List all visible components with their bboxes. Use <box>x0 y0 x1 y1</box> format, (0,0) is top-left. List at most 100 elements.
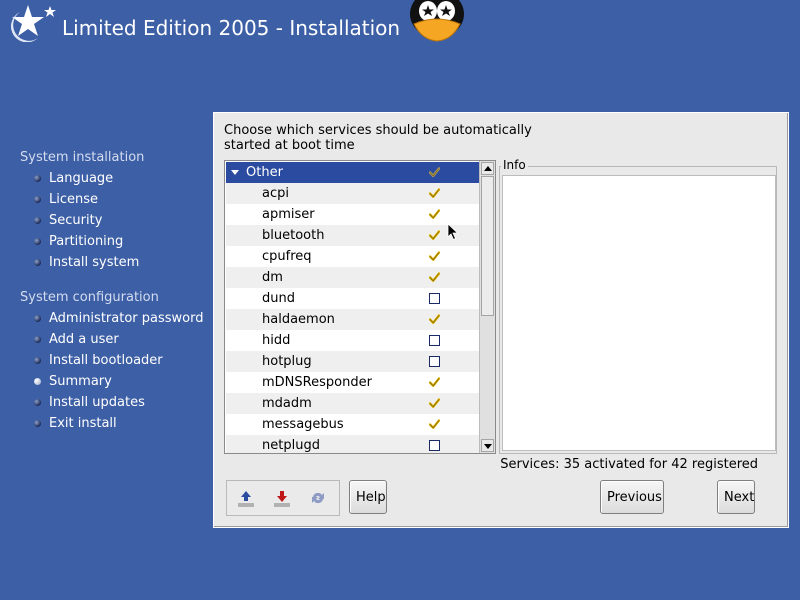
service-name: apmiser <box>262 207 315 222</box>
group-label: Other <box>246 165 283 180</box>
info-text-area[interactable] <box>502 175 776 451</box>
instruction-text: Choose which services should be automati… <box>224 123 532 153</box>
arrow-up-icon <box>484 166 492 171</box>
checked-icon[interactable] <box>429 314 440 325</box>
section-system-configuration: System configuration <box>20 290 159 305</box>
step-label: Install system <box>49 255 140 270</box>
step-label: Administrator password <box>49 311 204 326</box>
service-name: hidd <box>262 333 291 348</box>
star-logo-icon <box>11 5 56 42</box>
step-label: Install bootloader <box>49 353 163 368</box>
arrow-down-icon <box>484 444 492 449</box>
help-button[interactable]: Help <box>349 480 387 514</box>
services-status: Services: 35 activated for 42 registered <box>500 457 758 472</box>
step-summary: Summary <box>20 374 210 395</box>
app-title: Limited Edition 2005 - Installation <box>62 16 401 40</box>
bullet-icon <box>34 175 41 182</box>
current-step-bullet-icon <box>34 378 41 385</box>
previous-button[interactable]: Previous <box>600 480 664 514</box>
expander-down-icon[interactable] <box>231 170 239 175</box>
tree-group-row[interactable]: Other <box>226 162 479 183</box>
step-exit-install: Exit install <box>20 416 210 437</box>
services-tree[interactable]: Other acpi apmiser bluetooth cpufreq dm dund ha… <box>224 160 496 454</box>
service-name: mdadm <box>262 396 312 411</box>
service-name: cpufreq <box>262 249 312 264</box>
restart-service-icon[interactable] <box>306 488 330 508</box>
service-name: acpi <box>262 186 289 201</box>
service-name: messagebus <box>262 417 344 432</box>
service-row[interactable]: hotplug <box>226 351 479 372</box>
service-row[interactable]: mDNSResponder <box>226 372 479 393</box>
step-license: License <box>20 192 210 213</box>
service-row[interactable]: apmiser <box>226 204 479 225</box>
bullet-icon <box>34 357 41 364</box>
checked-icon[interactable] <box>429 209 440 220</box>
services-panel: Choose which services should be automati… <box>213 112 789 528</box>
service-name: dund <box>262 291 295 306</box>
bullet-icon <box>34 315 41 322</box>
service-name: bluetooth <box>262 228 325 243</box>
step-label: Security <box>49 213 103 228</box>
service-row[interactable]: haldaemon <box>226 309 479 330</box>
bullet-icon <box>34 217 41 224</box>
unchecked-box-icon[interactable] <box>429 335 440 346</box>
service-row[interactable]: messagebus <box>226 414 479 435</box>
service-row[interactable]: hidd <box>226 330 479 351</box>
unchecked-box-icon[interactable] <box>429 293 440 304</box>
mouse-pointer-icon <box>447 223 459 241</box>
bullet-icon <box>34 399 41 406</box>
next-button[interactable]: Next <box>717 480 755 514</box>
service-name: mDNSResponder <box>262 375 372 390</box>
step-label: Language <box>49 171 114 186</box>
checked-icon[interactable] <box>429 230 440 241</box>
checked-icon[interactable] <box>429 398 440 409</box>
bullet-icon <box>34 196 41 203</box>
bullet-icon <box>34 259 41 266</box>
services-scrollbar[interactable] <box>479 161 495 453</box>
checked-icon[interactable] <box>429 251 440 262</box>
checked-icon[interactable] <box>429 167 440 178</box>
step-install-system: Install system <box>20 255 210 276</box>
scroll-down-button[interactable] <box>481 439 494 452</box>
step-label: License <box>49 192 99 207</box>
step-install-bootloader: Install bootloader <box>20 353 210 374</box>
step-label: Install updates <box>49 395 145 410</box>
service-name: haldaemon <box>262 312 335 327</box>
service-row[interactable]: bluetooth <box>226 225 479 246</box>
step-partitioning: Partitioning <box>20 234 210 255</box>
services-tree-rows: Other acpi apmiser bluetooth cpufreq dm dund ha… <box>226 162 479 453</box>
service-row[interactable]: dund <box>226 288 479 309</box>
stop-service-icon[interactable] <box>270 488 294 508</box>
bullet-icon <box>34 336 41 343</box>
scrollbar-thumb[interactable] <box>481 176 494 316</box>
checked-icon[interactable] <box>429 419 440 430</box>
service-row[interactable]: netplugd <box>226 435 479 453</box>
step-administrator-password: Administrator password <box>20 311 210 332</box>
service-row[interactable]: acpi <box>226 183 479 204</box>
step-label: Add a user <box>49 332 119 347</box>
service-name: netplugd <box>262 438 320 453</box>
checked-icon[interactable] <box>429 377 440 388</box>
scroll-up-button[interactable] <box>481 162 494 175</box>
step-install-updates: Install updates <box>20 395 210 416</box>
unchecked-box-icon[interactable] <box>429 356 440 367</box>
step-label: Partitioning <box>49 234 124 249</box>
step-language: Language <box>20 171 210 192</box>
unchecked-box-icon[interactable] <box>429 440 440 451</box>
service-name: hotplug <box>262 354 312 369</box>
step-label: Exit install <box>49 416 117 431</box>
service-row[interactable]: mdadm <box>226 393 479 414</box>
installation-steps-sidebar: System installation Language License Sec… <box>20 150 210 437</box>
start-service-icon[interactable] <box>234 488 258 508</box>
step-security: Security <box>20 213 210 234</box>
service-row[interactable]: cpufreq <box>226 246 479 267</box>
step-label: Summary <box>49 374 112 389</box>
step-add-a-user: Add a user <box>20 332 210 353</box>
info-label: Info <box>501 158 528 172</box>
checked-icon[interactable] <box>429 188 440 199</box>
service-row[interactable]: dm <box>226 267 479 288</box>
section-system-installation: System installation <box>20 150 145 165</box>
bullet-icon <box>34 420 41 427</box>
checked-icon[interactable] <box>429 272 440 283</box>
bullet-icon <box>34 238 41 245</box>
